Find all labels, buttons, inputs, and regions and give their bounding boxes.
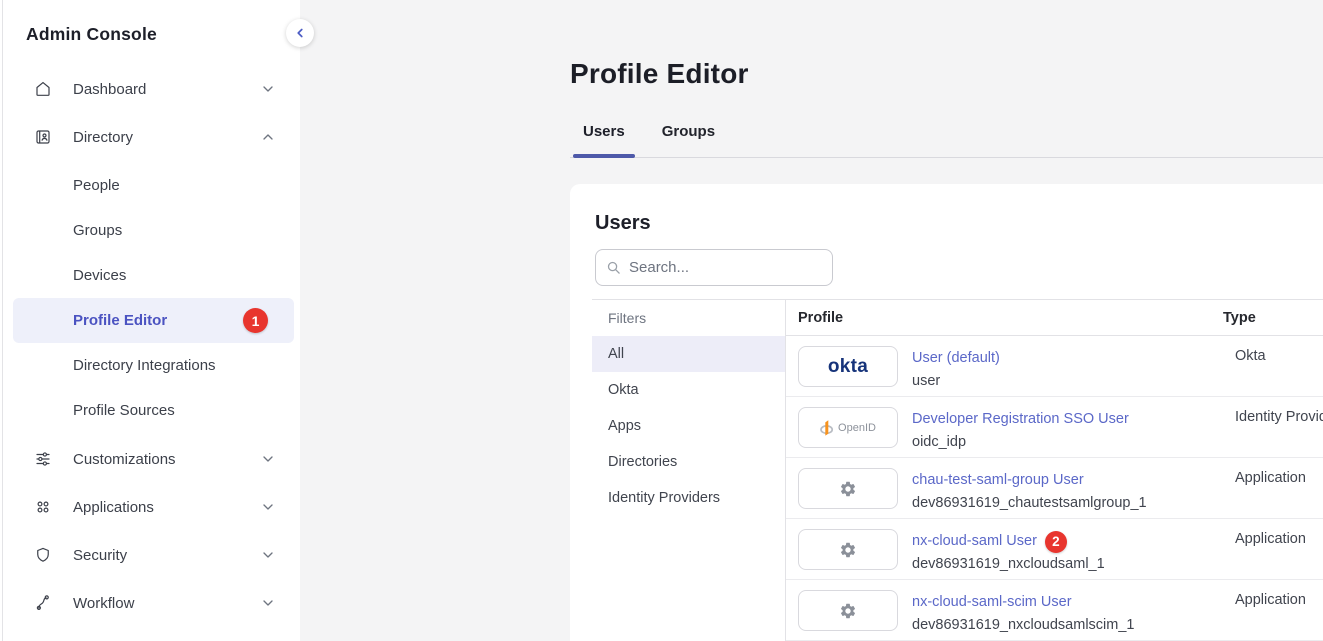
app-logo-placeholder (798, 468, 898, 509)
profile-id: dev86931619_nxcloudsaml_1 (912, 553, 1105, 576)
sidebar-item-label: Security (73, 547, 260, 564)
profile-link[interactable]: User (default) (912, 347, 1000, 370)
sidebar-item-directory-integrations[interactable]: Directory Integrations (13, 343, 294, 388)
tab-bar: Users Groups (570, 123, 1323, 158)
table-header: Profile Type (786, 300, 1323, 336)
workflow-icon (34, 594, 52, 612)
sidebar-item-security[interactable]: Security (13, 533, 294, 577)
column-header-profile: Profile (786, 310, 1223, 326)
tab-users[interactable]: Users (573, 123, 635, 157)
search-icon (606, 260, 621, 275)
profile-link[interactable]: chau-test-saml-group User (912, 469, 1084, 492)
sidebar-item-dashboard[interactable]: Dashboard (13, 67, 294, 111)
sidebar-item-directory[interactable]: Directory (13, 115, 294, 159)
sidebar-item-label: Dashboard (73, 81, 260, 98)
apps-grid-icon (34, 498, 52, 516)
page-title: Profile Editor (570, 57, 1323, 91)
profile-type: Application (1235, 529, 1323, 547)
sidebar-item-label: Profile Editor (73, 312, 243, 329)
sidebar-item-profile-editor[interactable]: Profile Editor 1 (13, 298, 294, 343)
sidebar: Admin Console Dashboard Directory People… (3, 0, 300, 641)
sidebar-item-label: Profile Sources (73, 402, 276, 419)
sidebar-item-label: Directory Integrations (73, 357, 276, 374)
table-row: OpenID Developer Registration SSO User o… (786, 397, 1323, 458)
chevron-down-icon (260, 81, 276, 97)
sidebar-item-label: Directory (73, 129, 260, 146)
chevron-down-icon (260, 499, 276, 515)
filter-apps[interactable]: Apps (592, 408, 785, 444)
sidebar-item-label: Devices (73, 267, 276, 284)
chevron-down-icon (260, 451, 276, 467)
table-row: chau-test-saml-group User dev86931619_ch… (786, 458, 1323, 519)
chevron-up-icon (260, 129, 276, 145)
filter-directories[interactable]: Directories (592, 444, 785, 480)
filter-identity-providers[interactable]: Identity Providers (592, 480, 785, 516)
users-panel: Users Filters All Okta Apps Directories … (570, 184, 1323, 641)
table-row: nx-cloud-saml-scim User dev86931619_nxcl… (786, 580, 1323, 641)
profile-id: dev86931619_chautestsamlgroup_1 (912, 492, 1147, 515)
profile-link[interactable]: Developer Registration SSO User (912, 408, 1129, 431)
sidebar-item-groups[interactable]: Groups (13, 208, 294, 253)
panel-body: Filters All Okta Apps Directories Identi… (592, 299, 1323, 641)
chevron-down-icon (260, 595, 276, 611)
annotation-marker-2: 2 (1045, 531, 1067, 553)
profile-id: oidc_idp (912, 431, 1129, 454)
profile-type: Application (1235, 590, 1323, 608)
sidebar-item-reports-partial[interactable] (13, 629, 294, 641)
column-header-type: Type (1223, 310, 1323, 326)
profile-type: Application (1235, 468, 1323, 486)
sidebar-collapse-button[interactable] (286, 19, 314, 47)
home-icon (34, 80, 52, 98)
chevron-left-icon (293, 26, 307, 40)
okta-logo: okta (798, 346, 898, 387)
sidebar-item-label: Customizations (73, 451, 260, 468)
search-input[interactable] (629, 259, 822, 276)
shield-icon (34, 546, 52, 564)
tab-groups[interactable]: Groups (652, 123, 725, 157)
profile-link[interactable]: nx-cloud-saml User (912, 530, 1037, 553)
filters-panel: Filters All Okta Apps Directories Identi… (592, 300, 786, 641)
app-logo-placeholder (798, 590, 898, 631)
sidebar-item-customizations[interactable]: Customizations (13, 437, 294, 481)
sidebar-item-workflow[interactable]: Workflow (13, 581, 294, 625)
profile-type: Identity Provider (1235, 407, 1323, 425)
profile-type: Okta (1235, 346, 1323, 364)
sidebar-item-people[interactable]: People (13, 163, 294, 208)
directory-icon (34, 128, 52, 146)
filter-okta[interactable]: Okta (592, 372, 785, 408)
main-content: Profile Editor Users Groups Users Filter… (300, 0, 1323, 641)
sidebar-item-label: Groups (73, 222, 276, 239)
chevron-down-icon (260, 547, 276, 563)
sidebar-item-applications[interactable]: Applications (13, 485, 294, 529)
sidebar-item-label: Workflow (73, 595, 260, 612)
openid-logo: OpenID (798, 407, 898, 448)
gear-icon (839, 480, 857, 498)
profile-id: user (912, 370, 1000, 393)
filter-all[interactable]: All (592, 336, 785, 372)
profile-link[interactable]: nx-cloud-saml-scim User (912, 591, 1072, 614)
table-row: nx-cloud-saml User 2 dev86931619_nxcloud… (786, 519, 1323, 580)
gear-icon (839, 602, 857, 620)
search-box (595, 249, 833, 286)
app-logo-placeholder (798, 529, 898, 570)
sidebar-item-label: People (73, 177, 276, 194)
app-title: Admin Console (3, 24, 300, 45)
table-row: okta User (default) user Okta (786, 336, 1323, 397)
gear-icon (839, 541, 857, 559)
sidebar-item-label: Applications (73, 499, 260, 516)
panel-title: Users (595, 212, 1323, 235)
sidebar-item-profile-sources[interactable]: Profile Sources (13, 388, 294, 433)
annotation-marker-1: 1 (243, 308, 268, 333)
profile-id: dev86931619_nxcloudsamlscim_1 (912, 614, 1134, 637)
sliders-icon (34, 450, 52, 468)
filters-label: Filters (592, 310, 785, 336)
sidebar-item-devices[interactable]: Devices (13, 253, 294, 298)
app-window: Admin Console Dashboard Directory People… (0, 0, 1323, 641)
profiles-table: Profile Type okta User (default) user (786, 300, 1323, 641)
